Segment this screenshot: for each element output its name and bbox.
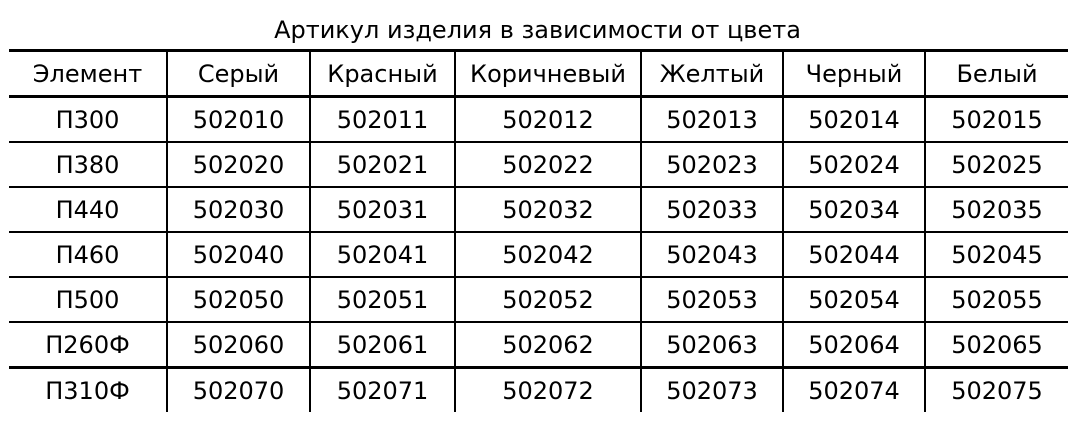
- column-header-black: Черный: [782, 49, 925, 98]
- element-cell: П380: [9, 142, 167, 188]
- column-header-white: Белый: [924, 49, 1068, 98]
- article-cell: 502044: [782, 232, 925, 278]
- article-cell: 502025: [924, 142, 1068, 188]
- table-row: П260Ф 502060 502061 502062 502063 502064…: [9, 322, 1068, 369]
- column-header-red: Красный: [309, 49, 455, 98]
- article-cell: 502065: [924, 322, 1068, 369]
- article-cell: 502074: [782, 367, 925, 412]
- article-cell: 502061: [309, 322, 455, 369]
- article-cell: 502051: [309, 277, 455, 323]
- article-cell: 502023: [640, 142, 783, 188]
- element-cell: П500: [9, 277, 167, 323]
- article-cell: 502031: [309, 187, 455, 233]
- article-cell: 502042: [454, 232, 641, 278]
- article-cell: 502040: [166, 232, 310, 278]
- article-cell: 502071: [309, 367, 455, 412]
- table-row: П440 502030 502031 502032 502033 502034 …: [9, 187, 1068, 233]
- element-cell: П460: [9, 232, 167, 278]
- article-table: Элемент Серый Красный Коричневый Желтый …: [9, 49, 1068, 412]
- article-cell: 502075: [924, 367, 1068, 412]
- article-cell: 502033: [640, 187, 783, 233]
- article-cell: 502072: [454, 367, 641, 412]
- article-cell: 502011: [309, 96, 455, 143]
- article-cell: 502035: [924, 187, 1068, 233]
- element-cell: П310Ф: [45, 376, 130, 405]
- article-cell: 502032: [454, 187, 641, 233]
- article-cell: 502045: [924, 232, 1068, 278]
- article-cell: 502043: [640, 232, 783, 278]
- article-cell: 502053: [640, 277, 783, 323]
- table-row: П380 502020 502021 502022 502023 502024 …: [9, 142, 1068, 188]
- article-cell: 502034: [782, 187, 925, 233]
- article-cell: 502055: [924, 277, 1068, 323]
- element-cell: П300: [9, 96, 167, 143]
- article-cell: 502054: [782, 277, 925, 323]
- header-row: Элемент Серый Красный Коричневый Желтый …: [9, 49, 1068, 98]
- article-cell: 502062: [454, 322, 641, 369]
- article-cell: 502022: [454, 142, 641, 188]
- table-row: П300 502010 502011 502012 502013 502014 …: [9, 96, 1068, 143]
- article-cell: 502063: [640, 322, 783, 369]
- article-cell: 502014: [782, 96, 925, 143]
- table-row: П310Ф 502070 502071 502072 502073 502074…: [9, 367, 1068, 412]
- article-cell: 502052: [454, 277, 641, 323]
- article-cell: 502020: [166, 142, 310, 188]
- article-cell: 502060: [166, 322, 310, 369]
- article-cell: 502015: [924, 96, 1068, 143]
- table-title: Артикул изделия в зависимости от цвета: [274, 16, 801, 44]
- article-cell: 502013: [640, 96, 783, 143]
- article-cell: 502012: [454, 96, 641, 143]
- article-cell: 502064: [782, 322, 925, 369]
- element-cell: П440: [9, 187, 167, 233]
- article-cell: 502010: [166, 96, 310, 143]
- element-cell: П260Ф: [9, 322, 167, 369]
- article-cell: 502041: [309, 232, 455, 278]
- column-header-brown: Коричневый: [454, 49, 641, 98]
- article-cell: 502050: [166, 277, 310, 323]
- article-cell: 502070: [166, 367, 310, 412]
- column-header-yellow: Желтый: [640, 49, 783, 98]
- article-cell: 502021: [309, 142, 455, 188]
- article-cell: 502024: [782, 142, 925, 188]
- article-cell: 502030: [166, 187, 310, 233]
- column-header-element: Элемент: [9, 49, 167, 98]
- column-header-gray: Серый: [166, 49, 310, 98]
- table-row: П500 502050 502051 502052 502053 502054 …: [9, 277, 1068, 323]
- article-cell: 502073: [640, 367, 783, 412]
- table-row: П460 502040 502041 502042 502043 502044 …: [9, 232, 1068, 278]
